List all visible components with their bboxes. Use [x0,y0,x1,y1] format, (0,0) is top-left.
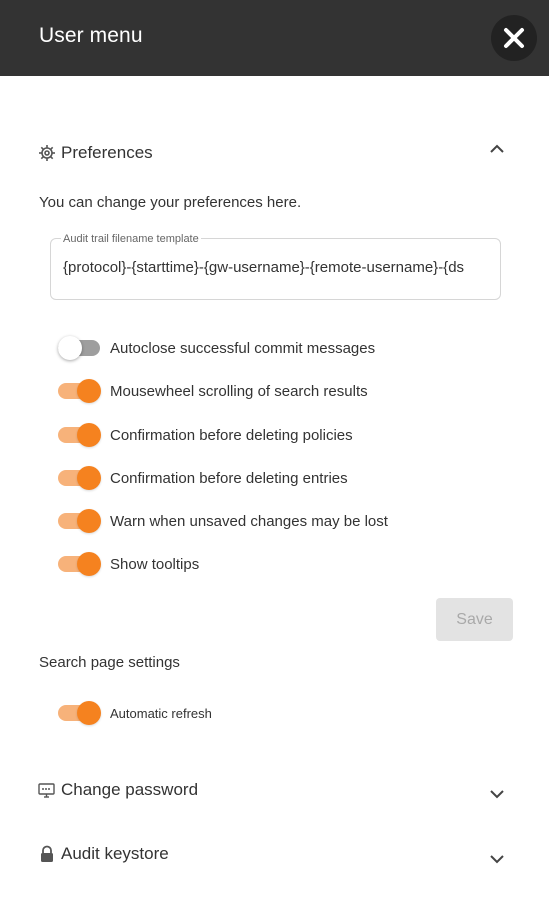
toggle-label: Warn when unsaved changes may be lost [110,512,388,530]
search-settings-title: Search page settings [39,654,180,671]
toggle-autoclose-commit[interactable]: Autoclose successful commit messages [58,336,375,360]
change-password-section-header[interactable]: Change password [38,778,198,802]
user-menu-header: User menu [0,0,549,76]
page-title: User menu [39,24,143,47]
toggle-switch[interactable] [58,423,102,447]
toggle-label: Mousewheel scrolling of search results [110,382,368,400]
toggle-label: Automatic refresh [110,705,212,721]
preferences-section-header[interactable]: Preferences [38,141,153,165]
save-button[interactable]: Save [436,598,513,641]
toggle-switch[interactable] [58,379,102,403]
lock-icon [38,845,56,863]
monitor-key-icon [38,781,56,799]
toggle-label: Show tooltips [110,555,200,573]
audit-keystore-title: Audit keystore [61,844,169,863]
toggle-label: Confirmation before deleting policies [110,426,353,444]
close-icon [504,28,524,48]
toggle-switch[interactable] [58,466,102,490]
preferences-title: Preferences [61,143,153,162]
chevron-down-icon[interactable] [486,850,508,868]
chevron-down-icon[interactable] [486,785,508,803]
audit-trail-field [50,238,501,300]
gear-icon [38,144,56,162]
toggle-confirm-delete-entries[interactable]: Confirmation before deleting entries [58,466,348,490]
preferences-description: You can change your preferences here. [39,194,302,211]
toggle-automatic-refresh[interactable]: Automatic refresh [58,701,212,725]
change-password-title: Change password [61,780,199,799]
toggle-switch[interactable] [58,701,102,725]
toggle-label: Autoclose successful commit messages [110,339,376,357]
close-button[interactable] [491,15,537,61]
audit-keystore-section-header[interactable]: Audit keystore [38,842,169,866]
toggle-switch[interactable] [58,552,102,576]
toggle-mousewheel-scrolling[interactable]: Mousewheel scrolling of search results [58,379,368,403]
toggle-warn-unsaved[interactable]: Warn when unsaved changes may be lost [58,509,388,533]
audit-trail-filename-input[interactable] [63,259,489,276]
toggle-label: Confirmation before deleting entries [110,469,348,487]
toggle-confirm-delete-policies[interactable]: Confirmation before deleting policies [58,423,353,447]
audit-trail-field-label: Audit trail filename template [61,233,201,245]
chevron-up-icon[interactable] [486,139,508,157]
toggle-switch[interactable] [58,336,102,360]
toggle-switch[interactable] [58,509,102,533]
toggle-show-tooltips[interactable]: Show tooltips [58,552,199,576]
